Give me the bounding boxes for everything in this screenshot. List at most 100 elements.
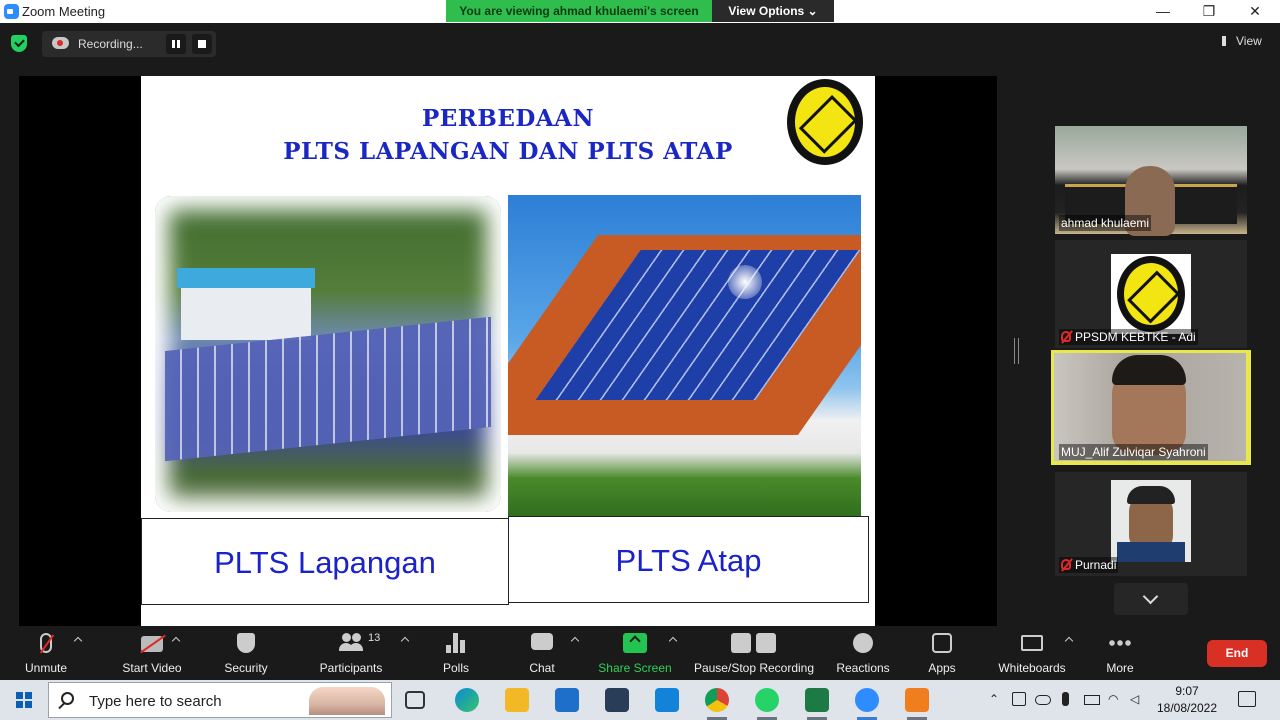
window-title: Zoom Meeting bbox=[22, 4, 106, 19]
whatsapp-icon[interactable] bbox=[755, 688, 779, 712]
whiteboard-icon bbox=[1021, 635, 1043, 651]
scroll-participants-down-button[interactable] bbox=[1114, 583, 1188, 615]
whiteboards-button[interactable]: Whiteboards bbox=[992, 626, 1072, 680]
security-label: Security bbox=[224, 661, 268, 675]
pause-recording-icon[interactable] bbox=[166, 34, 186, 54]
meeting-toolbar: Unmute Start Video Security Participants… bbox=[0, 626, 1280, 680]
ocr-app-icon[interactable] bbox=[905, 688, 929, 712]
viewing-banner: You are viewing ahmad khulaemi's screen bbox=[446, 0, 712, 22]
apps-label: Apps bbox=[928, 661, 956, 675]
participant-video bbox=[1111, 480, 1191, 562]
view-options-button[interactable]: View Options ⌄ bbox=[712, 0, 834, 22]
esdm-logo-icon bbox=[787, 79, 863, 165]
volume-icon[interactable]: ◁ bbox=[1130, 692, 1139, 706]
chat-options-chevron-icon[interactable] bbox=[570, 636, 580, 646]
ground-solar-photo bbox=[155, 196, 501, 512]
more-icon bbox=[1109, 640, 1131, 646]
start-video-label: Start Video bbox=[122, 661, 182, 675]
file-explorer-icon[interactable] bbox=[505, 688, 529, 712]
wifi-icon[interactable]: ◠ bbox=[1108, 692, 1118, 706]
clock-time: 9:07 bbox=[1175, 684, 1199, 698]
participants-label: Participants bbox=[319, 661, 383, 675]
panel-splitter-handle[interactable] bbox=[1014, 338, 1019, 364]
participant-tile[interactable]: ahmad khulaemi bbox=[1055, 126, 1247, 236]
view-layout-icon bbox=[1222, 36, 1231, 46]
hair-shape bbox=[1127, 486, 1175, 504]
chat-icon bbox=[531, 633, 553, 650]
taskbar-clock[interactable]: 9:07 18/08/2022 bbox=[1152, 683, 1222, 717]
meeting-topbar: Recording... View bbox=[0, 23, 1280, 63]
zoom-taskbar-icon[interactable] bbox=[855, 688, 879, 712]
slide-title-line-2: PLTS LAPANGAN DAN PLTS ATAP bbox=[283, 138, 733, 165]
video-off-icon bbox=[141, 636, 163, 652]
task-view-icon[interactable] bbox=[405, 691, 425, 709]
participant-tile[interactable]: Purnadi bbox=[1055, 472, 1247, 576]
pause-stop-icon bbox=[731, 633, 777, 653]
security-button[interactable]: Security bbox=[216, 626, 276, 680]
slide-title-line-1: PERBEDAAN bbox=[421, 105, 595, 132]
recording-label: Recording... bbox=[78, 37, 143, 51]
building-shape bbox=[177, 268, 315, 340]
start-video-button[interactable]: Start Video bbox=[102, 626, 202, 680]
battery-icon[interactable] bbox=[1084, 695, 1100, 705]
participants-icon bbox=[339, 633, 363, 651]
tray-chevron-icon[interactable]: ⌃ bbox=[989, 692, 999, 706]
title-bar: Zoom Meeting You are viewing ahmad khula… bbox=[0, 0, 1280, 23]
recording-indicator: Recording... bbox=[42, 31, 216, 57]
mic-muted-icon bbox=[40, 633, 52, 653]
reactions-button[interactable]: Reactions bbox=[832, 626, 894, 680]
participant-name-row: PPSDM KEBTKE - Adi bbox=[1059, 329, 1198, 345]
shirt-shape bbox=[1117, 542, 1185, 562]
taskbar-search[interactable] bbox=[48, 682, 392, 718]
unmute-button[interactable]: Unmute bbox=[14, 626, 78, 680]
participant-tile-active-speaker[interactable]: MUJ_Alif Zulviqar Syahroni bbox=[1051, 350, 1251, 465]
view-button[interactable]: View bbox=[1222, 34, 1262, 48]
mic-muted-icon bbox=[1061, 331, 1071, 342]
reactions-icon bbox=[853, 633, 873, 653]
esdm-logo-icon bbox=[1117, 256, 1185, 332]
mail-icon[interactable] bbox=[555, 688, 579, 712]
minimize-button[interactable]: — bbox=[1140, 0, 1186, 23]
calculator-icon[interactable] bbox=[605, 688, 629, 712]
stop-recording-icon[interactable] bbox=[192, 34, 212, 54]
polls-icon bbox=[446, 633, 466, 653]
security-shield-icon[interactable] bbox=[11, 35, 27, 52]
chrome-icon[interactable] bbox=[705, 688, 729, 712]
restore-button[interactable]: ❐ bbox=[1186, 0, 1232, 23]
polls-button[interactable]: Polls bbox=[436, 626, 476, 680]
l-app-icon[interactable] bbox=[655, 688, 679, 712]
view-label: View bbox=[1236, 34, 1262, 48]
microphone-icon[interactable] bbox=[1062, 692, 1069, 706]
search-highlight-art bbox=[309, 687, 385, 715]
edge-icon[interactable] bbox=[455, 688, 479, 712]
participant-name: PPSDM KEBTKE - Adi bbox=[1075, 330, 1196, 344]
presentation-slide: PERBEDAAN PLTS LAPANGAN DAN PLTS ATAP PL… bbox=[141, 76, 875, 626]
clock-date: 18/08/2022 bbox=[1156, 701, 1218, 715]
notification-center-icon[interactable] bbox=[1238, 691, 1256, 707]
sun-glare-shape bbox=[728, 265, 762, 299]
end-meeting-button[interactable]: End bbox=[1207, 640, 1267, 667]
windows-start-icon[interactable] bbox=[16, 692, 32, 708]
whiteboards-label: Whiteboards bbox=[998, 661, 1066, 675]
share-screen-label: Share Screen bbox=[598, 661, 672, 675]
share-screen-icon bbox=[623, 633, 647, 653]
pause-stop-recording-button[interactable]: Pause/Stop Recording bbox=[690, 626, 818, 680]
onedrive-icon[interactable] bbox=[1035, 695, 1051, 705]
excel-icon[interactable] bbox=[805, 688, 829, 712]
apps-button[interactable]: Apps bbox=[922, 626, 962, 680]
chat-button[interactable]: Chat bbox=[522, 626, 562, 680]
more-button[interactable]: More bbox=[1100, 626, 1140, 680]
caption-plts-lapangan: PLTS Lapangan bbox=[141, 518, 509, 605]
apps-icon bbox=[932, 633, 952, 653]
participant-tile[interactable]: PPSDM KEBTKE - Adi bbox=[1055, 240, 1247, 348]
participants-count-badge: 13 bbox=[368, 632, 381, 644]
zoom-icon bbox=[4, 4, 19, 19]
tray-device-icon[interactable] bbox=[1012, 692, 1026, 706]
participant-name: MUJ_Alif Zulviqar Syahroni bbox=[1059, 444, 1208, 460]
hair-shape bbox=[1112, 355, 1186, 385]
participants-options-chevron-icon[interactable] bbox=[400, 636, 410, 646]
close-button[interactable]: ✕ bbox=[1232, 0, 1278, 23]
rooftop-solar-photo bbox=[508, 195, 861, 517]
reactions-label: Reactions bbox=[836, 661, 890, 675]
share-screen-button[interactable]: Share Screen bbox=[596, 626, 674, 680]
